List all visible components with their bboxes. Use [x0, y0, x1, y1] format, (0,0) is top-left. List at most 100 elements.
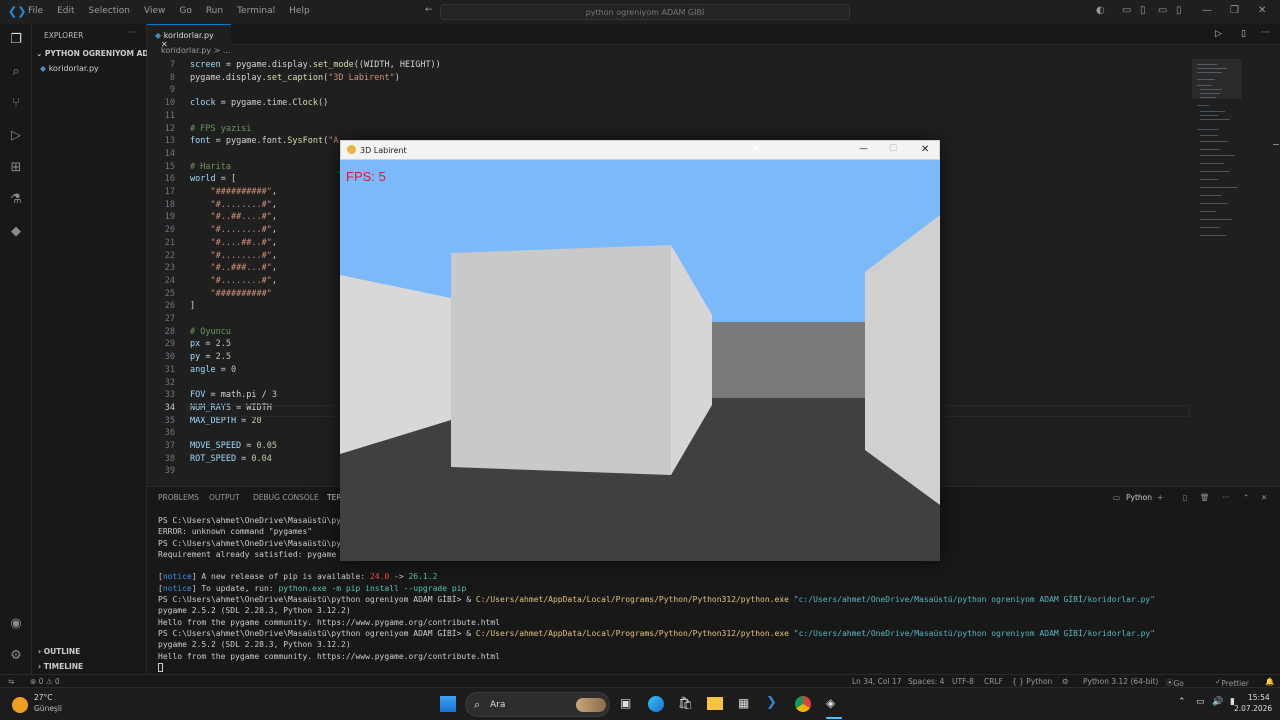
- toggle-panel-icon[interactable]: ▭: [1158, 5, 1167, 16]
- menu-file[interactable]: File: [28, 6, 43, 16]
- explorer-icon[interactable]: ❐: [8, 32, 24, 48]
- remote-icon[interactable]: ⇋: [8, 677, 14, 686]
- clock-date[interactable]: 2.07.2026: [1234, 704, 1272, 713]
- kill-terminal-icon[interactable]: 🗑: [1200, 493, 1210, 502]
- weather-desc[interactable]: Güneşli: [34, 704, 62, 713]
- code-line[interactable]: "#..###...#",: [190, 262, 277, 275]
- close-icon[interactable]: ✕: [1258, 5, 1266, 16]
- code-line[interactable]: clock = pygame.time.Clock(): [190, 97, 328, 110]
- copilot-icon[interactable]: ◐: [1096, 5, 1105, 16]
- bell-icon[interactable]: 🔔: [1265, 677, 1274, 686]
- breadcrumb[interactable]: koridorlar.py > ...: [147, 45, 1280, 57]
- volume-icon[interactable]: 🔊: [1212, 697, 1223, 707]
- minimap[interactable]: [1192, 59, 1242, 259]
- menu-run[interactable]: Run: [206, 6, 223, 16]
- editor-more-icon[interactable]: ···: [1261, 28, 1270, 38]
- windows-start-icon[interactable]: [440, 696, 456, 712]
- settings-gear-icon[interactable]: ⚙: [8, 648, 24, 664]
- maximize-icon[interactable]: ❐: [1230, 5, 1239, 16]
- close-panel-icon[interactable]: ✕: [1261, 493, 1267, 502]
- tab-debug-console[interactable]: DEBUG CONSOLE: [253, 493, 319, 502]
- tab-koridorlar[interactable]: ◆ koridorlar.py ✕: [147, 24, 231, 49]
- python-icon[interactable]: ◆: [8, 224, 24, 240]
- taskbar-search[interactable]: ⌕ Ara: [465, 692, 610, 717]
- code-line[interactable]: NUM_RAYS = WIDTH: [190, 402, 272, 415]
- cursor-position[interactable]: Ln 34, Col 17: [852, 677, 901, 686]
- indentation[interactable]: Spaces: 4: [908, 677, 944, 686]
- pygame-window[interactable]: 3D Labirent — ☐ ✕ FPS: 5: [340, 140, 940, 561]
- code-line[interactable]: "##########": [190, 288, 271, 301]
- extensions-icon[interactable]: ⊞: [8, 160, 24, 176]
- clock-time[interactable]: 15:54: [1248, 693, 1270, 702]
- task-view-icon[interactable]: ▣: [620, 696, 631, 710]
- encoding[interactable]: UTF-8: [952, 677, 974, 686]
- toggle-sidebar-icon[interactable]: ▯: [1140, 5, 1146, 16]
- code-line[interactable]: world = [: [190, 173, 236, 186]
- chrome-icon[interactable]: [795, 696, 811, 712]
- python-interpreter[interactable]: Python 3.12 (64-bit): [1083, 677, 1158, 686]
- scrollbar-indicator[interactable]: [1273, 144, 1279, 145]
- code-line[interactable]: MOVE_SPEED = 0.05: [190, 440, 277, 453]
- maximize-panel-icon[interactable]: ⌃: [1243, 493, 1249, 502]
- edge-icon[interactable]: [648, 696, 664, 712]
- pygame-close-icon[interactable]: ✕: [921, 144, 929, 155]
- run-debug-icon[interactable]: ▷: [8, 128, 24, 144]
- line-ending[interactable]: CRLF: [984, 677, 1003, 686]
- code-line[interactable]: screen = pygame.display.set_mode((WIDTH,…: [190, 59, 441, 72]
- toggle-secondary-icon[interactable]: ▯: [1176, 5, 1182, 16]
- tab-output[interactable]: OUTPUT: [209, 493, 240, 502]
- code-line[interactable]: ]: [190, 300, 195, 313]
- tray-chevron-icon[interactable]: ⌃: [1178, 697, 1186, 707]
- code-line[interactable]: px = 2.5: [190, 338, 231, 351]
- search-icon[interactable]: ⌕: [8, 64, 24, 80]
- calculator-icon[interactable]: ▦: [738, 696, 749, 710]
- new-terminal-icon[interactable]: +: [1157, 493, 1163, 502]
- split-terminal-icon[interactable]: ▯: [1183, 493, 1187, 502]
- code-line[interactable]: "##########",: [190, 186, 277, 199]
- language-mode[interactable]: { } Python: [1012, 677, 1052, 686]
- terminal-more-icon[interactable]: ···: [1222, 493, 1229, 502]
- tab-problems[interactable]: PROBLEMS: [158, 493, 199, 502]
- store-icon[interactable]: 🛍: [678, 696, 693, 710]
- code-line[interactable]: "#....##..#",: [190, 237, 277, 250]
- account-icon[interactable]: ◉: [8, 616, 24, 632]
- code-line[interactable]: ROT_SPEED = 0.04: [190, 453, 272, 466]
- code-line[interactable]: angle = 0: [190, 364, 236, 377]
- vscode-taskbar-icon[interactable]: ❯: [766, 695, 777, 710]
- code-line[interactable]: "#........#",: [190, 199, 277, 212]
- code-line[interactable]: "#..##....#",: [190, 211, 277, 224]
- tab-close-icon[interactable]: ✕: [161, 40, 168, 49]
- code-line[interactable]: MAX_DEPTH = 20: [190, 415, 262, 428]
- menu-edit[interactable]: Edit: [57, 6, 74, 16]
- split-editor-icon[interactable]: ▯: [1241, 29, 1246, 39]
- problems-count[interactable]: ⊗ 0 ⚠ 0: [30, 677, 60, 686]
- code-line[interactable]: # FPS yazisi: [190, 123, 251, 136]
- pygame-maximize-icon[interactable]: ☐: [889, 144, 897, 154]
- menu-terminal[interactable]: Terminal: [237, 6, 275, 16]
- testing-icon[interactable]: ⚗: [8, 192, 24, 208]
- code-line[interactable]: FOV = math.pi / 3: [190, 389, 277, 402]
- minimize-icon[interactable]: —: [1202, 5, 1212, 16]
- more-actions-icon[interactable]: ···: [128, 28, 136, 37]
- timeline-section[interactable]: › TIMELINE: [38, 662, 83, 671]
- file-item[interactable]: ◆ koridorlar.py: [40, 64, 99, 73]
- code-line[interactable]: "#........#",: [190, 275, 277, 288]
- folder-item[interactable]: ⌄ PYTHON OGRENIYOM AD...: [36, 49, 157, 58]
- gear-icon[interactable]: ⚙: [1062, 677, 1069, 686]
- code-line[interactable]: "#........#",: [190, 224, 277, 237]
- nav-back-icon[interactable]: ←: [425, 5, 433, 15]
- code-line[interactable]: font = pygame.font.SysFont("A: [190, 135, 338, 148]
- terminal-shell-label[interactable]: Python: [1126, 493, 1152, 502]
- pygame-taskbar-icon[interactable]: ◈: [826, 696, 835, 710]
- pygame-titlebar[interactable]: 3D Labirent — ☐ ✕: [340, 140, 940, 160]
- run-icon[interactable]: ▷: [1215, 29, 1222, 39]
- menu-selection[interactable]: Selection: [89, 6, 130, 16]
- menu-go[interactable]: Go: [179, 6, 191, 16]
- menu-view[interactable]: View: [144, 6, 165, 16]
- command-center-search[interactable]: python ogreniyom ADAM GİBİ: [440, 4, 850, 20]
- network-icon[interactable]: ▭: [1196, 697, 1205, 707]
- code-line[interactable]: # Oyuncu: [190, 326, 231, 339]
- prettier-button[interactable]: ✓ Prettier: [1215, 677, 1249, 688]
- code-line[interactable]: pygame.display.set_caption("3D Labirent"…: [190, 72, 400, 85]
- code-line[interactable]: # Harita: [190, 161, 231, 174]
